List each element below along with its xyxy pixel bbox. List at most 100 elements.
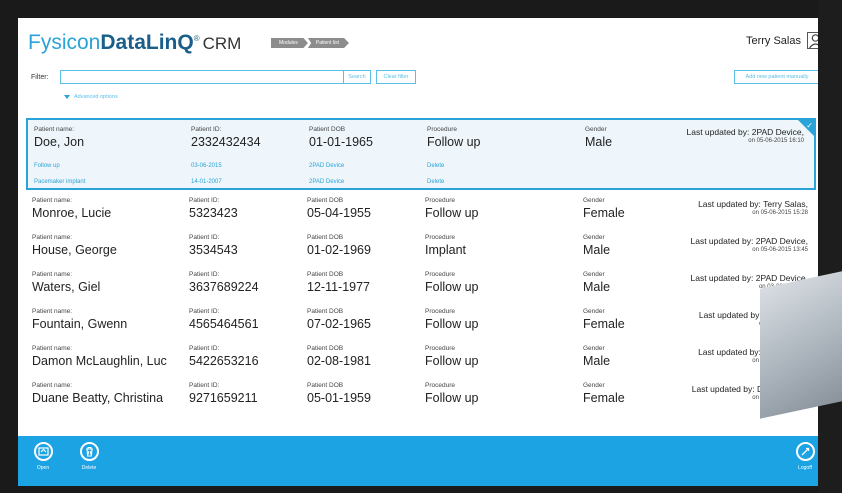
patient-dob: 12-11-1977 (307, 280, 371, 294)
trash-icon (79, 442, 99, 461)
advanced-options-label: Advanced options (74, 94, 118, 100)
patient-row[interactable]: Patient name: Monroe, Lucie Patient ID: 53… (26, 197, 816, 234)
session-delete-link[interactable]: Delete (427, 163, 444, 169)
clear-filter-button[interactable]: Clear filter (376, 70, 416, 84)
breadcrumb-patient-list[interactable]: Patient list (307, 38, 349, 48)
search-button[interactable]: Search (343, 70, 371, 84)
label-procedure: Procedure (425, 308, 455, 315)
patient-gender: Male (583, 354, 611, 368)
patient-gender: Female (583, 391, 625, 405)
patient-procedure: Follow up (425, 391, 479, 405)
session-delete-link[interactable]: Delete (427, 179, 444, 185)
cell-gender: Gender Male (583, 234, 610, 257)
patient-name: Damon McLaughlin, Luc (32, 354, 167, 368)
cell-name: Patient name: Fountain, Gwenn (32, 308, 127, 331)
patient-row[interactable]: Patient name: Waters, Giel Patient ID: 363… (26, 271, 816, 308)
open-button[interactable]: Open (28, 442, 58, 471)
label-dob: Patient DOB (307, 197, 344, 204)
label-procedure: Procedure (427, 126, 457, 133)
patient-id: 4565464561 (189, 317, 259, 331)
checkmark-icon: ✓ (806, 121, 813, 130)
patient-name: Fountain, Gwenn (32, 317, 128, 331)
app-footer: Open Delete Logoff (18, 436, 836, 486)
patient-dob: 07-02-1965 (307, 317, 371, 331)
label-id: Patient ID: (189, 382, 220, 389)
cell-procedure: Procedure Implant (425, 234, 466, 257)
patient-row[interactable]: Patient name: Fountain, Gwenn Patient ID:… (26, 308, 816, 345)
patient-id: 3637689224 (189, 280, 259, 294)
label-name: Patient name: (32, 197, 73, 204)
chevron-down-icon (64, 95, 70, 99)
updated-on: on 05-06-2015 16:10 (748, 138, 804, 144)
breadcrumb-modules[interactable]: Modules (271, 38, 308, 48)
patient-procedure: Follow up (425, 206, 479, 220)
advanced-options-toggle[interactable]: Advanced options (64, 94, 118, 100)
patient-gender: Female (583, 206, 625, 220)
label-dob: Patient DOB (307, 382, 344, 389)
cell-gender: Gender Male (583, 345, 610, 368)
label-gender: Gender (583, 382, 605, 389)
patient-row[interactable]: Patient name: Duane Beatty, Christina Pat… (26, 382, 816, 419)
label-gender: Gender (583, 234, 605, 241)
user-menu[interactable]: Terry Salas (746, 32, 824, 49)
session-date: 14-01-2007 (191, 179, 222, 185)
cell-name: Patient name: Damon McLaughlin, Luc (32, 345, 167, 368)
patient-dob: 01-01-1965 (309, 135, 373, 149)
patient-procedure: Follow up (427, 135, 481, 149)
user-name: Terry Salas (745, 34, 801, 47)
label-gender: Gender (583, 308, 605, 315)
device-bezel (818, 0, 842, 493)
label-dob: Patient DOB (307, 234, 344, 241)
cell-dob: Patient DOB 07-02-1965 (307, 308, 371, 331)
label-gender: Gender (585, 126, 607, 133)
updated-on: on 05-06-2015 13:45 (752, 247, 808, 253)
logoff-label: Logoff (798, 465, 812, 471)
patient-dob: 01-02-1969 (307, 243, 371, 257)
patient-name: Duane Beatty, Christina (32, 391, 164, 405)
cell-name: Patient name: Doe, Jon (34, 126, 84, 149)
label-gender: Gender (583, 197, 605, 204)
logoff-icon (795, 442, 815, 461)
patient-list: Patient name: Doe, Jon Patient ID: 23324… (26, 118, 816, 422)
session-procedure-link[interactable]: Pacemaker implant (34, 179, 85, 185)
label-dob: Patient DOB (307, 308, 344, 315)
patient-procedure: Follow up (425, 317, 479, 331)
updated-on: on 05-06-2015 15:28 (752, 210, 808, 216)
patient-row[interactable]: Patient name: Damon McLaughlin, Luc Patie… (26, 345, 816, 382)
logoff-button[interactable]: Logoff (790, 442, 820, 471)
cell-updated: Last updated by: 2PAD Device, on 05-06-2… (687, 127, 805, 144)
cell-procedure: Procedure Follow up (425, 382, 479, 405)
cell-id: Patient ID: 2332432434 (191, 126, 261, 149)
patient-name: House, George (32, 243, 117, 257)
cell-gender: Gender Female (583, 382, 625, 405)
patient-id: 5323423 (189, 206, 238, 220)
cell-dob: Patient DOB 05-04-1955 (307, 197, 371, 220)
session-date: 03-06-2015 (191, 163, 222, 169)
app-logo: FysiconDataLinQ® CRM (28, 31, 241, 55)
delete-button[interactable]: Delete (74, 442, 104, 471)
logo-part-3: CRM (202, 34, 242, 53)
session-source: 2PAD Device (309, 163, 345, 169)
cell-procedure: Procedure Follow up (425, 197, 479, 220)
cell-name: Patient name: Monroe, Lucie (32, 197, 111, 220)
session-procedure-link[interactable]: Follow up (34, 163, 60, 169)
label-id: Patient ID: (189, 308, 220, 315)
cell-procedure: Procedure Follow up (425, 308, 479, 331)
label-name: Patient name: (32, 234, 73, 241)
cell-dob: Patient DOB 02-08-1981 (307, 345, 371, 368)
patient-dob: 05-01-1959 (307, 391, 371, 405)
patient-gender: Male (583, 280, 611, 294)
cell-procedure: Procedure Follow up (427, 126, 481, 149)
label-gender: Gender (583, 345, 605, 352)
filter-input[interactable] (60, 70, 344, 84)
cell-procedure: Procedure Follow up (425, 345, 479, 368)
patient-row-selected[interactable]: Patient name: Doe, Jon Patient ID: 23324… (26, 118, 816, 190)
add-patient-button[interactable]: Add new patient manually (734, 70, 820, 84)
patient-row[interactable]: Patient name: House, George Patient ID: 35… (26, 234, 816, 271)
patient-id: 5422653216 (189, 354, 259, 368)
logo-registered: ® (193, 34, 200, 43)
cell-name: Patient name: Duane Beatty, Christina (32, 382, 163, 405)
session-source: 2PAD Device (309, 179, 345, 185)
filter-label: Filter: (31, 74, 49, 81)
cell-gender: Gender Female (583, 308, 625, 331)
